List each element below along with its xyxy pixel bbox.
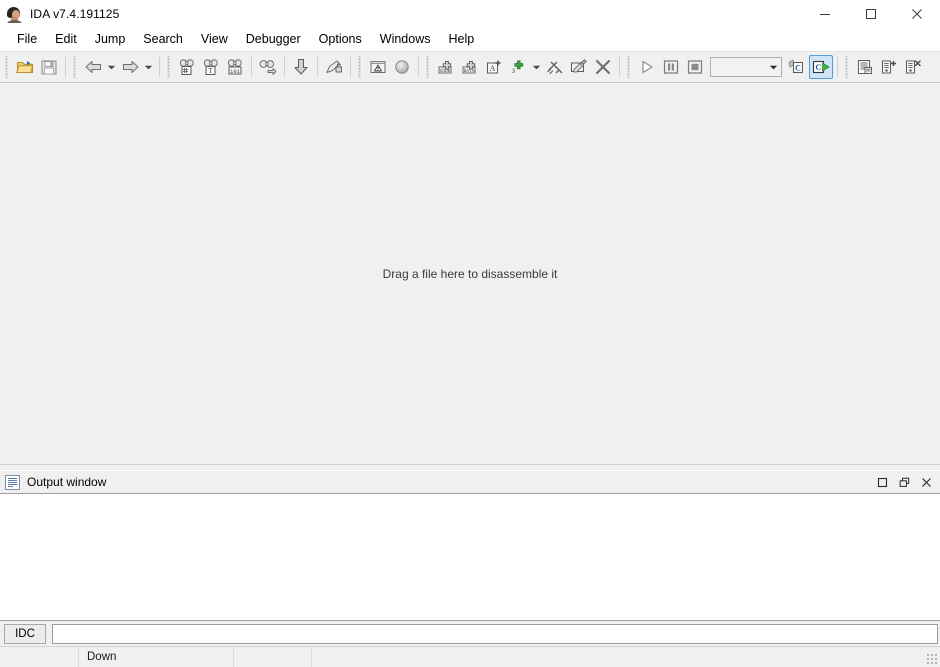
output-window-title-bar: Output window bbox=[0, 471, 940, 493]
save-file-button[interactable] bbox=[37, 55, 61, 79]
toolbar-grip[interactable] bbox=[4, 56, 11, 78]
svg-text:T: T bbox=[208, 67, 213, 75]
drop-file-hint: Drag a file here to disassemble it bbox=[382, 266, 558, 281]
search-sequence-button[interactable]: 101 bbox=[223, 55, 247, 79]
minimize-icon[interactable] bbox=[802, 0, 848, 28]
toolbar-grip[interactable] bbox=[357, 56, 364, 78]
resize-grip-icon[interactable] bbox=[927, 654, 938, 665]
disassembly-workspace[interactable]: Drag a file here to disassemble it bbox=[0, 83, 940, 464]
idc-language-tab[interactable]: IDC bbox=[4, 623, 46, 644]
search-text-button[interactable]: T bbox=[199, 55, 223, 79]
idc-command-input[interactable] bbox=[52, 623, 938, 644]
menu-item-windows[interactable]: Windows bbox=[371, 29, 440, 50]
status-cell-2 bbox=[233, 647, 311, 667]
title-bar: IDA v7.4.191125 bbox=[0, 0, 940, 28]
toolbar-separator bbox=[619, 57, 620, 77]
add-breakpoint-button[interactable] bbox=[877, 55, 901, 79]
debugger-stop-button[interactable] bbox=[683, 55, 707, 79]
toolbar-separator bbox=[418, 57, 419, 77]
compile-script-button[interactable]: C bbox=[785, 55, 809, 79]
svg-text:C: C bbox=[815, 62, 821, 72]
problems-button[interactable] bbox=[366, 55, 390, 79]
chevron-down-icon bbox=[766, 58, 781, 76]
output-window-controls bbox=[872, 471, 936, 493]
toolbar-separator bbox=[317, 57, 318, 77]
navigate-forward-history-button[interactable] bbox=[142, 55, 155, 79]
output-float-icon[interactable] bbox=[894, 473, 914, 491]
status-cell-0 bbox=[0, 647, 78, 667]
toolbar-grip[interactable] bbox=[626, 56, 633, 78]
navigate-back-history-button[interactable] bbox=[105, 55, 118, 79]
output-window-label: Output window bbox=[27, 475, 107, 489]
open-file-button[interactable] bbox=[13, 55, 37, 79]
make-code-button[interactable]: CODE bbox=[434, 55, 458, 79]
maximize-icon[interactable] bbox=[848, 0, 894, 28]
ida-woman-icon bbox=[6, 6, 23, 23]
menu-item-debugger[interactable]: Debugger bbox=[237, 29, 310, 50]
window-controls bbox=[802, 0, 940, 28]
graph-node-button[interactable] bbox=[390, 55, 414, 79]
toolbar-separator bbox=[65, 57, 66, 77]
search-hex-button[interactable] bbox=[175, 55, 199, 79]
execute-script-button[interactable]: C bbox=[809, 55, 833, 79]
ida-main-window: IDA v7.4.191125 File Edit Jump Search Vi… bbox=[0, 0, 940, 667]
create-function-button[interactable] bbox=[543, 55, 567, 79]
make-data-button[interactable]: DATA bbox=[458, 55, 482, 79]
add-struct-menu-button[interactable] bbox=[530, 55, 543, 79]
undefine-button[interactable] bbox=[591, 55, 615, 79]
add-struct-button[interactable]: s bbox=[506, 55, 530, 79]
svg-text:C: C bbox=[795, 64, 801, 73]
notepad-button[interactable] bbox=[853, 55, 877, 79]
window-title: IDA v7.4.191125 bbox=[30, 7, 120, 21]
document-lines-icon bbox=[5, 474, 20, 490]
make-string-button[interactable]: A bbox=[482, 55, 506, 79]
main-toolbar: T 101 CODE DATA A s C C bbox=[0, 51, 940, 83]
toolbar-separator bbox=[837, 57, 838, 77]
search-next-button[interactable] bbox=[256, 55, 280, 79]
debugger-run-button[interactable] bbox=[635, 55, 659, 79]
jump-down-button[interactable] bbox=[289, 55, 313, 79]
toolbar-grip[interactable] bbox=[844, 56, 851, 78]
navigate-back-button[interactable] bbox=[81, 55, 105, 79]
menu-bar: File Edit Jump Search View Debugger Opti… bbox=[0, 28, 940, 51]
toolbar-grip[interactable] bbox=[72, 56, 79, 78]
close-icon[interactable] bbox=[894, 0, 940, 28]
svg-text:101: 101 bbox=[230, 68, 241, 75]
menu-item-search[interactable]: Search bbox=[134, 29, 192, 50]
edit-lock-button[interactable] bbox=[322, 55, 346, 79]
debugger-pause-button[interactable] bbox=[659, 55, 683, 79]
toolbar-separator bbox=[159, 57, 160, 77]
navigate-forward-button[interactable] bbox=[118, 55, 142, 79]
menu-item-help[interactable]: Help bbox=[439, 29, 483, 50]
status-cell-3 bbox=[311, 647, 940, 667]
menu-item-edit[interactable]: Edit bbox=[46, 29, 86, 50]
rename-button[interactable] bbox=[567, 55, 591, 79]
title-bar-left: IDA v7.4.191125 bbox=[0, 6, 119, 23]
output-close-icon[interactable] bbox=[916, 473, 936, 491]
debugger-selector-combobox[interactable] bbox=[710, 57, 782, 77]
menu-item-jump[interactable]: Jump bbox=[86, 29, 135, 50]
toolbar-separator bbox=[350, 57, 351, 77]
status-cell-direction: Down bbox=[78, 647, 233, 667]
toolbar-grip[interactable] bbox=[166, 56, 173, 78]
output-restore-icon[interactable] bbox=[872, 473, 892, 491]
output-window-content[interactable] bbox=[0, 493, 940, 621]
toolbar-grip[interactable] bbox=[425, 56, 432, 78]
delete-breakpoint-button[interactable] bbox=[901, 55, 925, 79]
menu-item-file[interactable]: File bbox=[8, 29, 46, 50]
status-bar: Down bbox=[0, 646, 940, 667]
toolbar-separator bbox=[251, 57, 252, 77]
toolbar-separator bbox=[284, 57, 285, 77]
menu-item-options[interactable]: Options bbox=[310, 29, 371, 50]
workspace-output-splitter[interactable] bbox=[0, 464, 940, 471]
menu-item-view[interactable]: View bbox=[192, 29, 237, 50]
svg-text:A: A bbox=[490, 64, 496, 73]
output-command-row: IDC bbox=[0, 621, 940, 646]
output-window: Output window IDC bbox=[0, 471, 940, 646]
